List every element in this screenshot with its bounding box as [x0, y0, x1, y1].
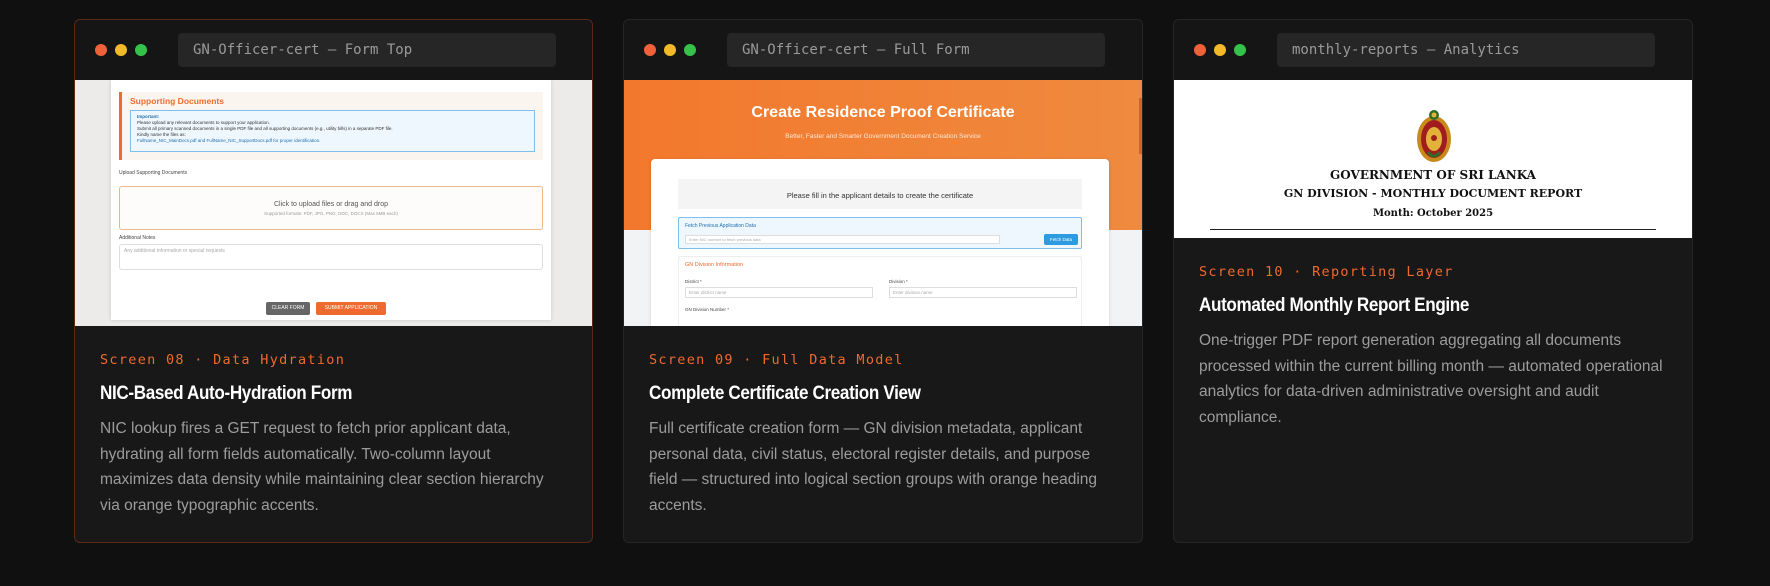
district-input[interactable]: Enter district name	[685, 287, 873, 298]
info-note: Important: Please upload any relevant do…	[130, 110, 535, 152]
section-title: Supporting Documents	[130, 96, 224, 106]
fetch-data-button[interactable]: Fetch Data	[1044, 234, 1078, 245]
district-label: District *	[685, 279, 702, 284]
maximize-dot-icon	[1234, 44, 1246, 56]
card-title: NIC-Based Auto-Hydration Form	[100, 383, 353, 404]
screenshot-preview: Supporting Documents Important: Please u…	[75, 80, 592, 326]
section-heading: GN Division Information	[685, 262, 744, 268]
close-dot-icon	[644, 44, 656, 56]
close-dot-icon	[95, 44, 107, 56]
project-card-screen-08[interactable]: GN-Officer-cert — Form Top Supporting Do…	[74, 19, 593, 543]
supporting-documents-section: Supporting Documents Important: Please u…	[119, 92, 543, 160]
division-input[interactable]: Enter division name	[889, 287, 1077, 298]
fetch-panel: Fetch Previous Application Data Enter NI…	[678, 217, 1082, 249]
report-month: Month: October 2025	[1372, 208, 1494, 219]
minimize-dot-icon	[115, 44, 127, 56]
maximize-dot-icon	[684, 44, 696, 56]
scrollbar	[1139, 98, 1142, 154]
card-title: Complete Certificate Creation View	[649, 383, 921, 404]
file-dropzone[interactable]: Click to upload files or drag and drop S…	[119, 186, 543, 230]
screenshot-preview: Create Residence Proof Certificate Bette…	[624, 80, 1142, 326]
report-heading: GOVERNMENT OF SRI LANKA	[1330, 168, 1536, 182]
division-label: Division *	[889, 279, 908, 284]
notes-label: Additional Notes	[119, 235, 156, 241]
card-description: NIC lookup fires a GET request to fetch …	[100, 420, 544, 514]
window-chrome: GN-Officer-cert — Full Form	[624, 20, 1142, 80]
hero-subtitle: Better, Faster and Smarter Government Do…	[785, 133, 981, 140]
nic-input[interactable]: Enter NIC number to fetch previous data	[685, 235, 1000, 244]
divider	[1210, 229, 1656, 230]
card-title: Automated Monthly Report Engine	[1199, 295, 1470, 316]
screen-eyebrow: Screen 09 · Full Data Model	[649, 352, 904, 368]
form-card: Please fill in the applicant details to …	[651, 159, 1109, 326]
sri-lanka-emblem-icon	[1417, 110, 1451, 162]
note-line: FullName_NIC_MainDocs.pdf and FullName_N…	[137, 138, 321, 143]
minimize-dot-icon	[1214, 44, 1226, 56]
submit-application-button[interactable]: SUBMIT APPLICATION	[316, 302, 386, 315]
window-title-bar: GN-Officer-cert — Full Form	[727, 33, 1105, 67]
fetch-title: Fetch Previous Application Data	[685, 223, 756, 229]
project-card-screen-10[interactable]: monthly-reports — Analytics GOVERNMENT O…	[1173, 19, 1693, 543]
notes-textarea[interactable]: Any additional information or special re…	[119, 244, 543, 270]
upload-label: Upload Supporting Documents	[119, 170, 188, 176]
screen-eyebrow: Screen 08 · Data Hydration	[100, 352, 346, 368]
form-intro: Please fill in the applicant details to …	[678, 179, 1082, 209]
window-title-bar: GN-Officer-cert — Form Top	[178, 33, 556, 67]
window-title-bar: monthly-reports — Analytics	[1277, 33, 1655, 67]
card-description: One-trigger PDF report generation aggreg…	[1199, 332, 1663, 426]
clear-form-button[interactable]: CLEAR FORM	[266, 302, 310, 315]
form-panel: Supporting Documents Important: Please u…	[111, 80, 551, 320]
window-chrome: GN-Officer-cert — Form Top	[75, 20, 592, 80]
screenshot-preview: GOVERNMENT OF SRI LANKA GN DIVISION - MO…	[1174, 80, 1692, 238]
dropzone-subtext: Supported formats: PDF, JPG, PNG, DOC, D…	[264, 211, 398, 216]
report-subheading: GN DIVISION - MONTHLY DOCUMENT REPORT	[1283, 187, 1583, 200]
close-dot-icon	[1194, 44, 1206, 56]
note-heading: Important:	[137, 114, 160, 119]
hero-title: Create Residence Proof Certificate	[751, 104, 1015, 121]
screen-eyebrow: Screen 10 · Reporting Layer	[1199, 264, 1454, 280]
dropzone-text: Click to upload files or drag and drop	[273, 201, 388, 208]
maximize-dot-icon	[135, 44, 147, 56]
gn-number-label: GN Division Number *	[685, 307, 730, 312]
project-card-screen-09[interactable]: GN-Officer-cert — Full Form Create Resid…	[623, 19, 1143, 543]
gn-division-section: GN Division Information District * Enter…	[678, 256, 1082, 326]
minimize-dot-icon	[664, 44, 676, 56]
window-chrome: monthly-reports — Analytics	[1174, 20, 1692, 80]
card-description: Full certificate creation form — GN divi…	[649, 420, 1098, 514]
